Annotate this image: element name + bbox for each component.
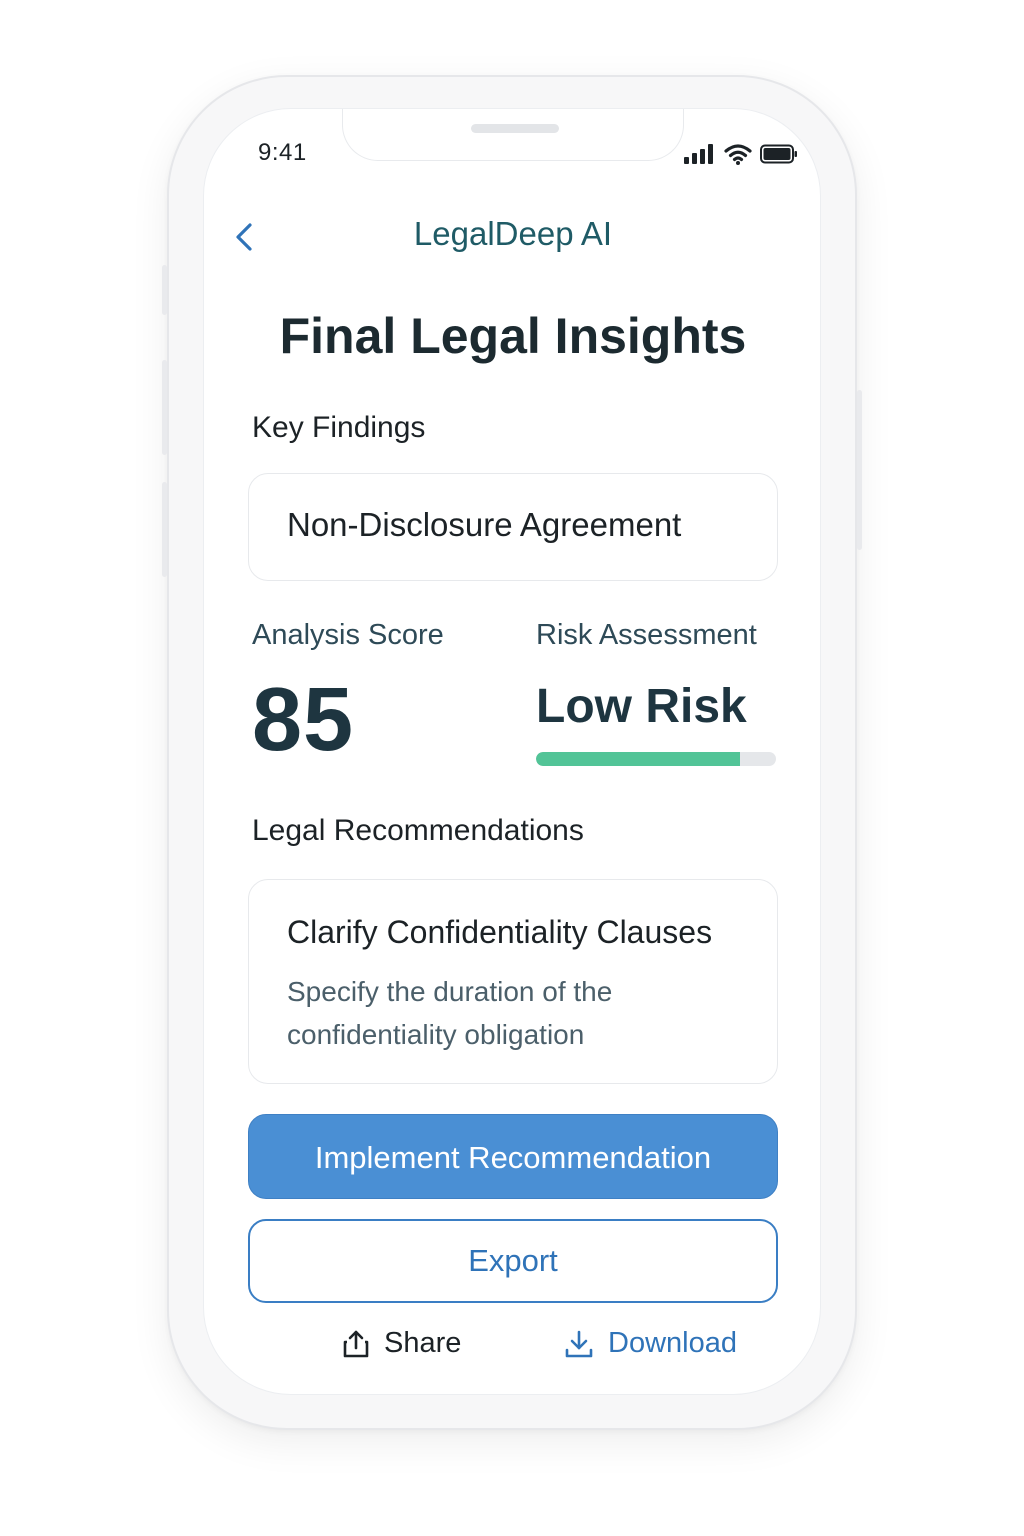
download-icon xyxy=(565,1330,593,1357)
phone-mute-switch xyxy=(162,265,167,315)
document-type: Non-Disclosure Agreement xyxy=(287,506,682,543)
phone-volume-down-button xyxy=(162,482,167,577)
download-button[interactable]: Download xyxy=(564,1327,737,1360)
risk-progress-fill xyxy=(536,752,740,766)
risk-assessment-value: Low Risk xyxy=(536,680,747,733)
battery-icon xyxy=(760,144,797,164)
phone-volume-up-button xyxy=(162,360,167,455)
wifi-icon xyxy=(724,144,752,165)
recommendation-title: Clarify Confidentiality Clauses xyxy=(287,914,713,950)
app-title: LegalDeep AI xyxy=(413,215,613,252)
key-findings-heading: Key Findings xyxy=(252,411,426,444)
share-label: Share xyxy=(384,1327,462,1359)
speaker-grille xyxy=(471,124,559,133)
analysis-score-label: Analysis Score xyxy=(252,619,444,651)
app-screen: 9:41 LegalDeep AI Final Legal Insights K… xyxy=(203,108,821,1395)
export-button[interactable]: Export xyxy=(248,1219,778,1303)
status-icons xyxy=(684,143,798,165)
risk-assessment-label: Risk Assessment xyxy=(536,619,757,651)
legal-recommendations-heading: Legal Recommendations xyxy=(252,814,584,847)
download-label: Download xyxy=(608,1327,737,1359)
status-time: 9:41 xyxy=(258,139,307,166)
phone-power-button xyxy=(857,390,862,550)
cellular-signal-icon xyxy=(684,144,713,164)
page-title: Final Legal Insights xyxy=(279,308,747,364)
recommendation-card[interactable]: Clarify Confidentiality Clauses Specify … xyxy=(248,879,778,1084)
recommendation-description: Specify the duration of the confidential… xyxy=(287,976,613,1050)
share-button[interactable]: Share xyxy=(342,1327,461,1360)
implement-recommendation-button[interactable]: Implement Recommendation xyxy=(248,1114,778,1199)
key-finding-card[interactable]: Non-Disclosure Agreement xyxy=(248,473,778,581)
notch xyxy=(342,109,684,161)
risk-progress-bar xyxy=(536,752,776,766)
share-icon xyxy=(343,1330,369,1357)
analysis-score-value: 85 xyxy=(252,670,355,770)
